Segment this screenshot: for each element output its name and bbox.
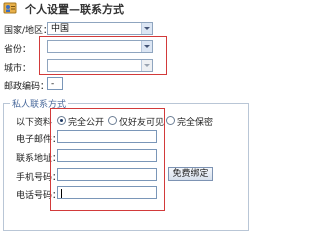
city-label: 城市： — [4, 64, 32, 74]
privacy-radio-public[interactable] — [57, 116, 66, 125]
postal-code-value: - — [51, 79, 55, 89]
country-label: 国家/地区： — [4, 26, 53, 36]
privacy-option-friends[interactable]: 仅好友可见 — [119, 115, 164, 128]
email-label: 电子邮件： — [16, 135, 62, 145]
phone-label: 电话号码： — [16, 191, 62, 201]
privacy-label: 以下资料 — [16, 118, 53, 128]
bind-mobile-button[interactable]: 免费绑定 — [168, 167, 213, 181]
phone-input[interactable] — [57, 186, 157, 199]
mobile-label: 手机号码： — [16, 173, 62, 183]
private-contact-legend: 私人联系方式 — [10, 97, 69, 110]
page-title: 个人设置—联系方式 — [25, 3, 124, 16]
address-label: 联系地址： — [16, 154, 62, 164]
city-select[interactable] — [47, 59, 153, 72]
country-value: 中国 — [51, 24, 70, 34]
user-card-icon — [3, 2, 17, 14]
mobile-input[interactable] — [57, 168, 157, 181]
country-select[interactable]: 中国 — [47, 22, 153, 35]
privacy-radio-friends[interactable] — [108, 116, 117, 125]
province-select[interactable] — [47, 40, 153, 53]
postal-code-label: 邮政编码： — [4, 82, 50, 92]
postal-code-input[interactable]: - — [47, 77, 63, 90]
privacy-option-private[interactable]: 完全保密 — [177, 115, 213, 128]
text-caret — [61, 189, 62, 198]
privacy-option-public[interactable]: 完全公开 — [68, 115, 104, 128]
province-label: 省份： — [4, 45, 32, 55]
address-input[interactable] — [57, 149, 157, 162]
email-input[interactable] — [57, 130, 157, 143]
chevron-down-icon[interactable] — [141, 23, 152, 34]
chevron-down-icon[interactable] — [141, 41, 152, 52]
chevron-down-icon[interactable] — [141, 60, 152, 71]
privacy-radio-private[interactable] — [166, 116, 175, 125]
title-bar: 个人设置—联系方式 — [0, 0, 259, 17]
